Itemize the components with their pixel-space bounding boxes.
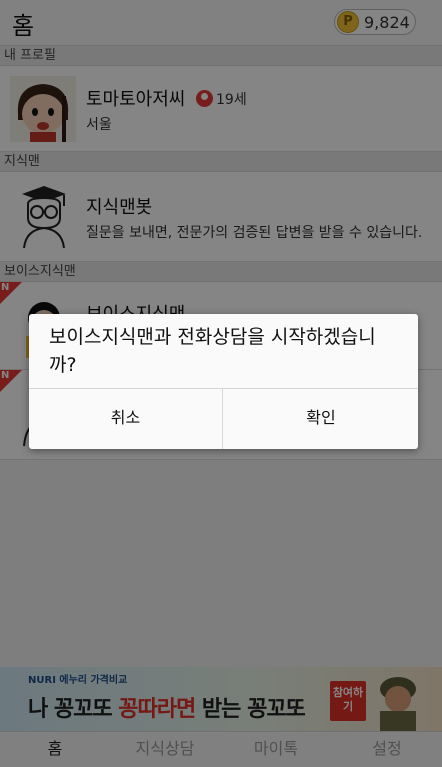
app-screen: 홈 P 9,824 내 프로필 토마토아저씨 19세 서울 지식맨 지식맨봇 질… bbox=[0, 0, 442, 767]
confirm-button[interactable]: 확인 bbox=[224, 389, 418, 449]
confirm-dialog: 보이스지식맨과 전화상담을 시작하겠습니까? 취소 확인 bbox=[29, 314, 418, 449]
dialog-buttons: 취소 확인 bbox=[29, 388, 418, 449]
cancel-button[interactable]: 취소 bbox=[29, 389, 223, 449]
dialog-message: 보이스지식맨과 전화상담을 시작하겠습니까? bbox=[49, 326, 376, 376]
